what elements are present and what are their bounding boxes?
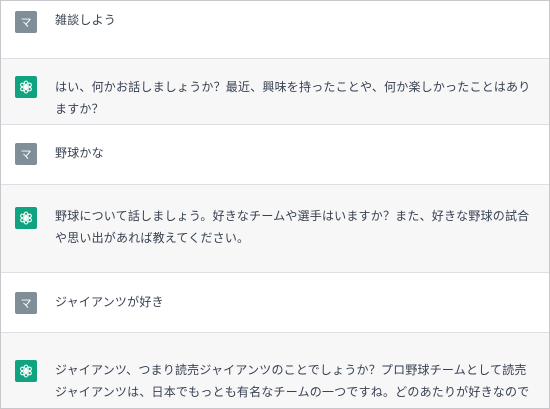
user-message: マ 雑談しよう (1, 1, 549, 59)
user-avatar: マ (15, 292, 37, 314)
user-avatar-label: マ (20, 297, 32, 310)
chat-conversation: マ 雑談しよう はい、何かお話しましょうか？最近、興味を持ったことや、何か楽しか… (0, 0, 550, 409)
user-avatar-label: マ (20, 148, 32, 161)
chatgpt-logo-glyph (20, 211, 32, 225)
assistant-message: はい、何かお話しましょうか？最近、興味を持ったことや、何か楽しかったことはありま… (1, 59, 549, 125)
message-text: はい、何かお話しましょうか？最近、興味を持ったことや、何か楽しかったことはありま… (55, 80, 531, 116)
message-text: ジャイアンツが好き (55, 295, 164, 309)
user-avatar: マ (15, 143, 37, 165)
user-avatar-label: マ (20, 16, 32, 29)
assistant-message: 野球について話しましょう。好きなチームや選手はいますか？また、好きな野球の試合や… (1, 185, 549, 273)
chatgpt-logo-icon (15, 76, 37, 98)
chatgpt-logo-icon (15, 207, 37, 229)
user-avatar: マ (15, 11, 37, 33)
user-message: マ ジャイアンツが好き (1, 273, 549, 333)
message-text: 野球かな (55, 146, 104, 160)
assistant-message: ジャイアンツ、つまり読売ジャイアンツのことでしょうか？プロ野球チームとして読売ジ… (1, 333, 549, 408)
message-text: 雑談しよう (55, 13, 117, 27)
chatgpt-logo-glyph (20, 364, 32, 378)
message-text: 野球について話しましょう。好きなチームや選手はいますか？また、好きな野球の試合や… (55, 209, 530, 245)
message-text: ジャイアンツ、つまり読売ジャイアンツのことでしょうか？プロ野球チームとして読売ジ… (55, 363, 530, 408)
user-message: マ 野球かな (1, 125, 549, 185)
chatgpt-logo-glyph (20, 80, 32, 94)
chatgpt-logo-icon (15, 360, 37, 382)
